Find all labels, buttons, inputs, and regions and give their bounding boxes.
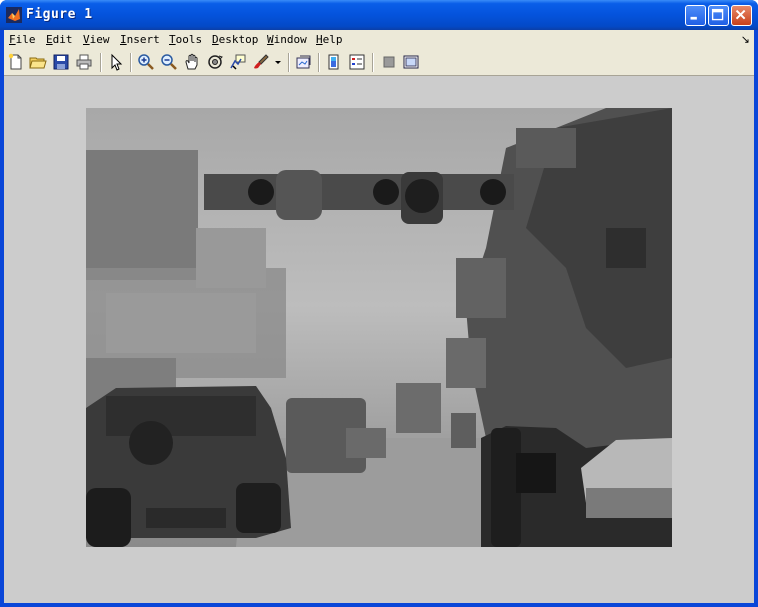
dock-figure-icon[interactable]: ↘	[741, 33, 750, 46]
title-bar[interactable]: Figure 1	[0, 0, 758, 30]
show-plot-tools-icon[interactable]	[402, 53, 420, 71]
colorbar-icon[interactable]	[325, 53, 343, 71]
close-button[interactable]	[731, 5, 752, 26]
new-figure-icon[interactable]	[7, 53, 25, 71]
menu-edit[interactable]: Edit	[46, 33, 73, 46]
image-axes[interactable]	[86, 108, 672, 547]
minimize-icon	[690, 16, 697, 20]
toolbar-separator	[372, 53, 374, 72]
toolbar-separator	[288, 53, 290, 72]
brush-icon[interactable]	[252, 53, 270, 71]
matlab-icon	[6, 7, 22, 23]
toolbar-separator	[100, 53, 102, 72]
save-icon[interactable]	[52, 53, 70, 71]
window-client: File Edit View Insert Tools Desktop Wind…	[4, 30, 754, 603]
zoom-out-icon[interactable]	[160, 53, 178, 71]
zoom-in-icon[interactable]	[137, 53, 155, 71]
menu-help[interactable]: Help	[316, 33, 343, 46]
figure-window: Figure 1 File Edit View Insert Tools Des…	[0, 0, 758, 607]
link-plot-icon[interactable]	[295, 53, 313, 71]
print-icon[interactable]	[75, 53, 93, 71]
minimize-button[interactable]	[685, 5, 706, 26]
depth-map-image	[86, 108, 672, 547]
rotate-3d-icon[interactable]	[206, 53, 224, 71]
window-title: Figure 1	[26, 7, 93, 22]
menu-desktop[interactable]: Desktop	[212, 33, 258, 46]
menu-bar: File Edit View Insert Tools Desktop Wind…	[4, 30, 754, 50]
menu-view[interactable]: View	[83, 33, 110, 46]
close-icon	[735, 9, 746, 20]
menu-window[interactable]: Window	[267, 33, 307, 46]
menu-tools[interactable]: Tools	[169, 33, 202, 46]
hide-plot-tools-icon[interactable]	[380, 53, 398, 71]
figure-toolbar	[4, 50, 754, 76]
menu-file[interactable]: File	[9, 33, 36, 46]
legend-icon[interactable]	[348, 53, 366, 71]
maximize-button[interactable]	[708, 5, 729, 26]
open-file-icon[interactable]	[29, 53, 47, 71]
toolbar-separator	[318, 53, 320, 72]
menu-insert[interactable]: Insert	[120, 33, 160, 46]
maximize-icon	[711, 8, 724, 21]
pan-icon[interactable]	[183, 53, 201, 71]
data-cursor-icon[interactable]	[229, 53, 247, 71]
edit-plot-icon[interactable]	[107, 53, 125, 71]
brush-dropdown-icon[interactable]	[274, 53, 282, 71]
toolbar-separator	[130, 53, 132, 72]
figure-canvas[interactable]	[4, 76, 754, 603]
